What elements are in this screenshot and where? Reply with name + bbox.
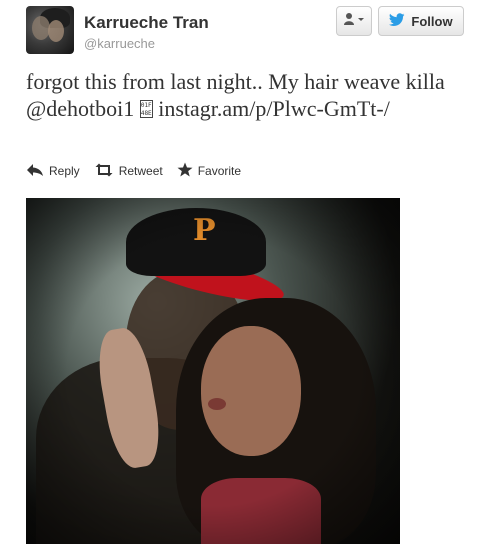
- missing-glyph-box: 01F 48E: [139, 100, 153, 118]
- tweet-actions: Reply Retweet Favorite: [26, 162, 255, 180]
- reply-button[interactable]: Reply: [26, 163, 80, 180]
- tweet-link[interactable]: instagr.am/p/Plwc-GmTt-/: [153, 96, 390, 121]
- retweet-icon: [94, 163, 119, 180]
- favorite-label: Favorite: [197, 164, 242, 178]
- user-handle[interactable]: @karrueche: [84, 36, 155, 51]
- reply-label: Reply: [49, 164, 80, 178]
- tweet-header: Karrueche Tran @karrueche Follow: [26, 6, 466, 58]
- retweet-label: Retweet: [118, 164, 163, 178]
- reply-icon: [26, 163, 49, 180]
- favorite-button[interactable]: Favorite: [177, 162, 241, 180]
- photo-vignette: [26, 198, 400, 544]
- twitter-bird-icon: [389, 12, 405, 30]
- tweet-photo[interactable]: P: [26, 198, 400, 544]
- retweet-button[interactable]: Retweet: [94, 163, 163, 180]
- avatar[interactable]: [26, 6, 74, 54]
- favorite-star-icon: [177, 162, 198, 180]
- tweet-text: forgot this from last night.. My hair we…: [26, 68, 456, 122]
- user-name[interactable]: Karrueche Tran: [84, 13, 209, 33]
- follow-label: Follow: [411, 13, 453, 29]
- user-dropdown-icon: [343, 12, 365, 31]
- follow-button[interactable]: Follow: [378, 6, 464, 36]
- user-actions-button[interactable]: [336, 6, 372, 36]
- avatar-face-shape: [48, 20, 64, 42]
